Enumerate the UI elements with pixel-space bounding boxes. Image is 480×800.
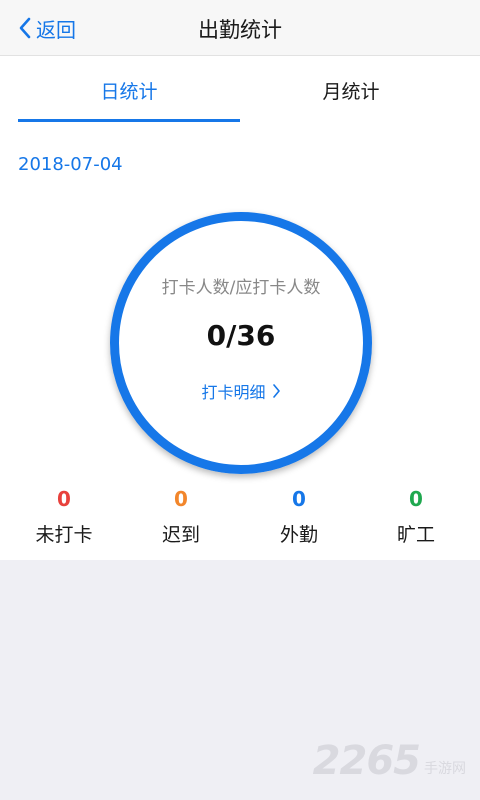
detail-link-label: 打卡明细 [201, 383, 266, 402]
page-title: 出勤统计 [198, 18, 282, 42]
chevron-right-icon [272, 384, 280, 398]
stat-value: 0 [409, 487, 423, 511]
stat-late[interactable]: 0 迟到 [121, 484, 241, 547]
stat-label: 旷工 [396, 524, 435, 546]
watermark-logo: 2265 手游网 [313, 738, 466, 784]
attendance-ring: 打卡人数/应打卡人数 0/36 打卡明细 [110, 212, 372, 474]
attendance-count: 0/36 [206, 319, 276, 352]
tab-monthly-stats[interactable]: 月统计 [240, 56, 462, 124]
stat-absent[interactable]: 0 旷工 [356, 484, 476, 547]
ring-caption: 打卡人数/应打卡人数 [161, 278, 321, 298]
stat-label: 未打卡 [35, 524, 93, 546]
clock-in-detail-link[interactable]: 打卡明细 [119, 379, 363, 403]
tab-daily-stats[interactable]: 日统计 [18, 56, 240, 124]
navigation-bar: 返回 出勤统计 [0, 0, 480, 56]
stat-field-work[interactable]: 0 外勤 [239, 484, 359, 547]
attendance-stats: 0 未打卡 0 迟到 0 外勤 0 旷工 [0, 484, 480, 554]
stat-label: 外勤 [279, 524, 318, 546]
empty-content-area: 2265 手游网 [0, 560, 480, 800]
stat-label: 迟到 [161, 524, 200, 546]
selected-date[interactable]: 2018-07-04 [18, 154, 123, 175]
stat-value: 0 [57, 487, 71, 511]
watermark-digits: 2265 [312, 738, 421, 784]
active-tab-indicator [18, 119, 240, 122]
watermark-text: 手游网 [424, 761, 466, 777]
stat-value: 0 [174, 487, 188, 511]
stat-tabs: 日统计 月统计 [18, 56, 462, 124]
stat-not-clocked-in[interactable]: 0 未打卡 [4, 484, 124, 547]
stat-value: 0 [292, 487, 306, 511]
